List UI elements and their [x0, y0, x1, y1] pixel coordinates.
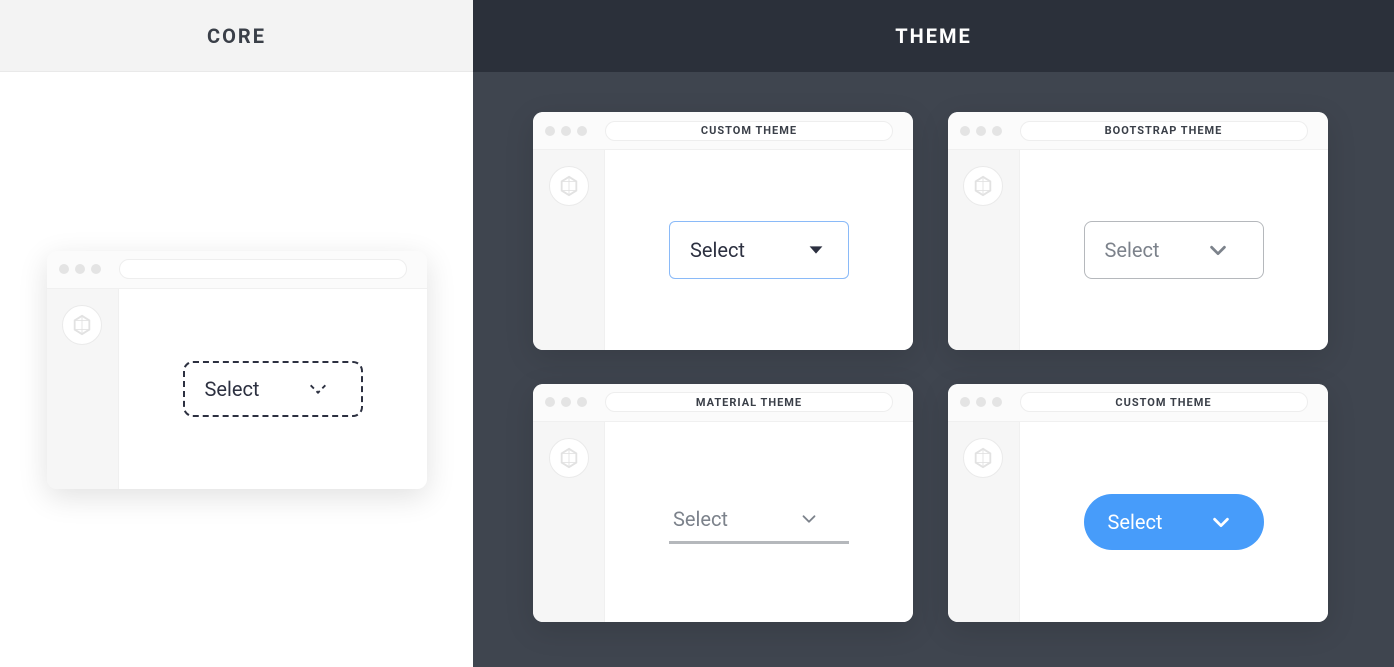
core-panel-title: CORE — [0, 0, 473, 72]
window-dot-icon — [960, 126, 970, 136]
theme-card-sidebar — [533, 422, 605, 622]
window-dot-icon — [992, 397, 1002, 407]
window-dot-icon — [960, 397, 970, 407]
theme-card-main: Select — [1020, 150, 1328, 350]
window-dot-icon — [91, 264, 101, 274]
theme-card-title: CUSTOM THEME — [1020, 392, 1308, 412]
theme-card-bootstrap: BOOTSTRAP THEME Select — [948, 112, 1328, 350]
theme-card-body: Select — [533, 150, 913, 350]
window-dot-icon — [976, 397, 986, 407]
core-card: Select — [47, 251, 427, 489]
theme-card-sidebar — [948, 150, 1020, 350]
theme-card-custom2: CUSTOM THEME Select — [948, 384, 1328, 622]
bootstrap-select-label: Select — [1105, 238, 1160, 262]
theme-card-material: MATERIAL THEME Select — [533, 384, 913, 622]
theme-card-sidebar — [533, 150, 605, 350]
avatar-icon — [71, 314, 93, 336]
material-select[interactable]: Select — [669, 499, 849, 544]
window-dot-icon — [577, 126, 587, 136]
core-card-sidebar — [47, 289, 119, 489]
window-dot-icon — [976, 126, 986, 136]
bootstrap-select[interactable]: Select — [1084, 221, 1264, 279]
theme-card-main: Select — [1020, 422, 1328, 622]
theme-panel-body: CUSTOM THEME Select — [473, 72, 1394, 667]
avatar-icon — [558, 447, 580, 469]
window-dot-icon — [545, 126, 555, 136]
custom2-select[interactable]: Select — [1084, 494, 1264, 550]
window-dots — [960, 126, 1002, 136]
core-card-title-pill — [119, 259, 407, 279]
window-dot-icon — [561, 126, 571, 136]
chevron-down-icon — [1210, 511, 1232, 533]
chevron-down-icon — [798, 508, 820, 530]
material-select-label: Select — [673, 507, 728, 531]
avatar — [549, 166, 589, 206]
theme-card-titlebar: BOOTSTRAP THEME — [948, 112, 1328, 150]
theme-panel-title: THEME — [473, 0, 1394, 72]
window-dots — [960, 397, 1002, 407]
window-dot-icon — [561, 397, 571, 407]
theme-card-custom1: CUSTOM THEME Select — [533, 112, 913, 350]
avatar — [549, 438, 589, 478]
core-panel: CORE — [0, 0, 473, 667]
window-dot-icon — [75, 264, 85, 274]
window-dot-icon — [577, 397, 587, 407]
core-panel-body: Select — [0, 72, 473, 667]
window-dots — [59, 264, 101, 274]
window-dot-icon — [545, 397, 555, 407]
theme-card-titlebar: CUSTOM THEME — [533, 112, 913, 150]
custom1-select-label: Select — [690, 238, 745, 262]
custom1-select[interactable]: Select — [669, 221, 849, 279]
window-dot-icon — [992, 126, 1002, 136]
core-card-titlebar — [47, 251, 427, 289]
custom2-select-label: Select — [1108, 510, 1163, 534]
window-dots — [545, 126, 587, 136]
theme-card-title: BOOTSTRAP THEME — [1020, 121, 1308, 141]
theme-card-body: Select — [948, 422, 1328, 622]
theme-card-titlebar: MATERIAL THEME — [533, 384, 913, 422]
window-dots — [545, 397, 587, 407]
avatar — [62, 305, 102, 345]
theme-card-body: Select — [533, 422, 913, 622]
avatar — [963, 166, 1003, 206]
theme-card-sidebar — [948, 422, 1020, 622]
theme-card-main: Select — [605, 422, 913, 622]
theme-card-body: Select — [948, 150, 1328, 350]
theme-card-title: CUSTOM THEME — [605, 121, 893, 141]
chevron-down-icon — [1207, 239, 1229, 261]
window-dot-icon — [59, 264, 69, 274]
theme-card-titlebar: CUSTOM THEME — [948, 384, 1328, 422]
avatar — [963, 438, 1003, 478]
core-select-label: Select — [205, 377, 260, 401]
theme-panel: THEME CUSTOM THEME — [473, 0, 1394, 667]
theme-card-title: MATERIAL THEME — [605, 392, 893, 412]
avatar-icon — [972, 175, 994, 197]
caret-down-icon — [805, 239, 827, 261]
avatar-icon — [972, 447, 994, 469]
core-card-body: Select — [47, 289, 427, 489]
chevron-down-icon — [307, 378, 329, 400]
avatar-icon — [558, 175, 580, 197]
core-card-main: Select — [119, 289, 427, 489]
theme-card-main: Select — [605, 150, 913, 350]
core-select[interactable]: Select — [183, 361, 363, 417]
